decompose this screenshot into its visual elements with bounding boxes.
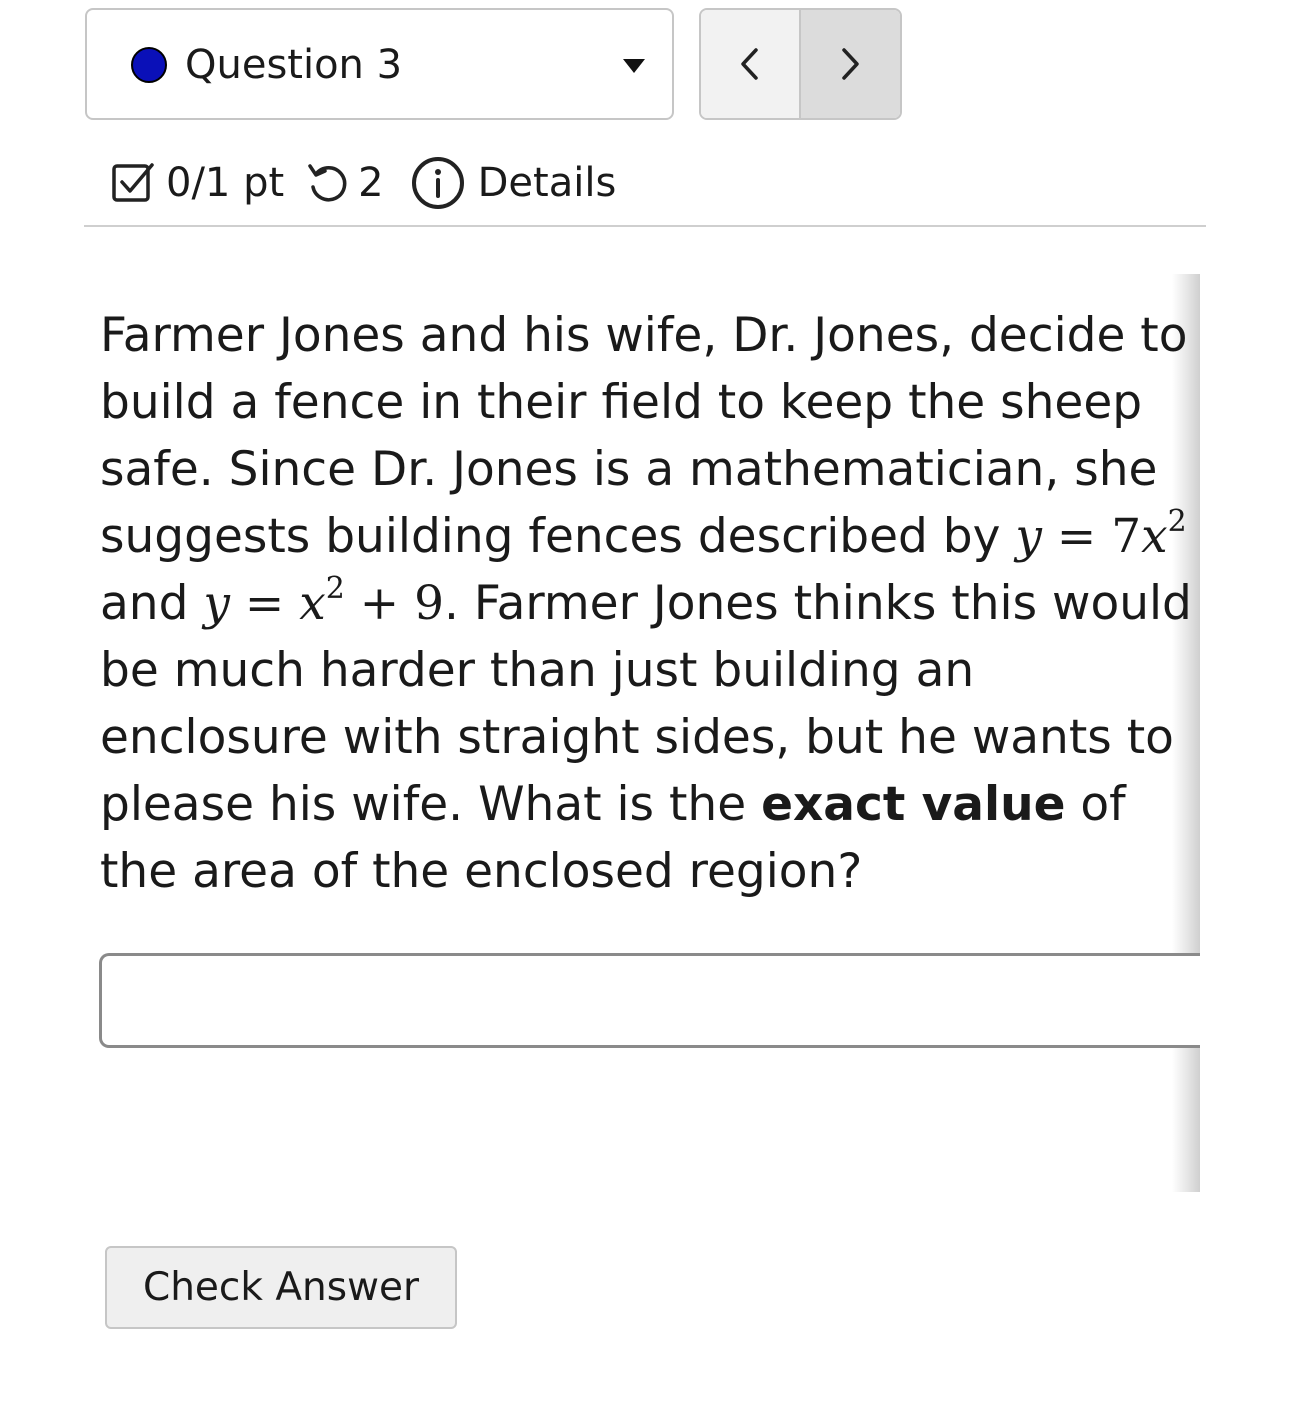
math-exponent: 2 <box>325 571 345 607</box>
caret-down-icon <box>623 59 645 73</box>
math-x: x <box>1141 509 1168 564</box>
question-meta: 0/1 pt 2 Details <box>110 152 616 214</box>
answer-input[interactable] <box>99 953 1200 1048</box>
question-selector-label: Question 3 <box>185 42 403 88</box>
next-question-button[interactable] <box>800 10 900 118</box>
math-equals: = <box>1041 509 1112 564</box>
question-status-dot <box>131 47 167 83</box>
math-equals: = <box>229 576 300 631</box>
details-label: Details <box>477 160 617 206</box>
previous-question-button[interactable] <box>701 10 801 118</box>
question-emphasis: exact value <box>761 777 1066 832</box>
checkbox-check-icon <box>112 163 154 202</box>
math-y: y <box>203 576 230 631</box>
question-text: Farmer Jones and his wife, Dr. Jones, de… <box>100 302 1200 905</box>
math-y: y <box>1015 509 1042 564</box>
details-link[interactable]: Details <box>410 152 617 214</box>
retry-icon <box>308 164 347 202</box>
retries-count: 2 <box>358 160 384 206</box>
chevron-right-icon <box>842 48 859 80</box>
math-coefficient: 7 <box>1111 509 1142 564</box>
check-answer-button[interactable]: Check Answer <box>105 1246 457 1329</box>
question-text-part: and <box>100 576 204 631</box>
question-selector[interactable]: Question 3 <box>85 8 674 120</box>
divider <box>84 225 1206 227</box>
question-nav <box>699 8 902 120</box>
points-text: 0/1 pt <box>166 160 285 206</box>
math-x: x <box>299 576 326 631</box>
math-exponent: 2 <box>1167 504 1187 540</box>
info-icon <box>411 157 464 209</box>
chevron-left-icon <box>741 48 758 80</box>
math-constant: + 9 <box>344 576 444 631</box>
